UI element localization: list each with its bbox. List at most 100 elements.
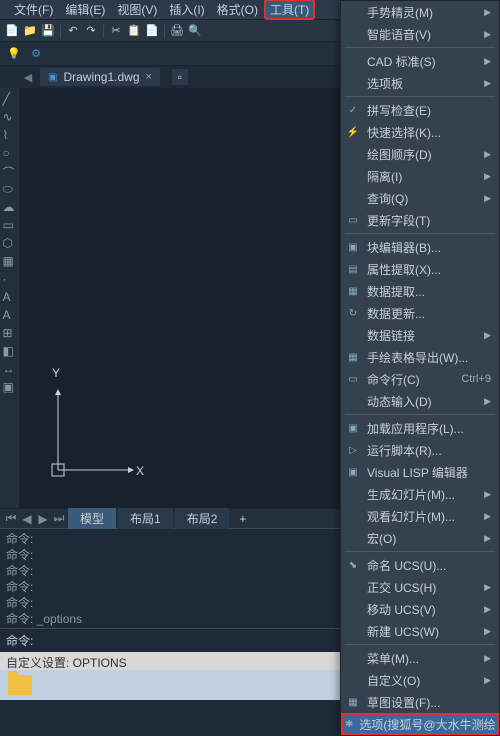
region-icon[interactable]: ◧ (3, 344, 17, 358)
blank-icon (345, 327, 361, 343)
next-icon[interactable]: ▶ (36, 512, 50, 526)
menu-item-label: 动态输入(D) (367, 393, 478, 410)
chevron-left-icon[interactable]: ◀ (20, 69, 36, 85)
menu-item-34[interactable]: 菜单(M)...▶ (341, 647, 499, 669)
menu-item-17[interactable]: 数据链接▶ (341, 324, 499, 346)
menu-item-16[interactable]: ↻数据更新... (341, 302, 499, 324)
menu-item-15[interactable]: ▦数据提取... (341, 280, 499, 302)
menu-item-label: 智能语音(V) (367, 26, 478, 43)
cut-icon[interactable]: ✂ (108, 23, 124, 39)
menu-item-label: 运行脚本(R)... (367, 442, 491, 459)
↻-icon: ↻ (345, 305, 361, 321)
layout-tab-model[interactable]: 模型 (68, 508, 116, 529)
paste-icon[interactable]: 📄 (144, 23, 160, 39)
layout-tab-2[interactable]: 布局2 (175, 508, 230, 529)
menu-item-label: 数据提取... (367, 283, 491, 300)
table-icon[interactable]: ⊞ (3, 326, 17, 340)
first-icon[interactable]: ⏮ (4, 511, 18, 526)
blank-icon (345, 53, 361, 69)
menu-item-31[interactable]: 移动 UCS(V)▶ (341, 598, 499, 620)
menu-item-20[interactable]: 动态输入(D)▶ (341, 390, 499, 412)
menu-item-29[interactable]: ⬊命名 UCS(U)... (341, 554, 499, 576)
print-icon[interactable]: 🖨 (169, 23, 185, 39)
dim-icon[interactable]: ↔ (3, 362, 17, 376)
mtext-icon[interactable]: A (3, 308, 17, 322)
menu-item-7[interactable]: ⚡快速选择(K)... (341, 121, 499, 143)
menu-item-8[interactable]: 绘图顺序(D)▶ (341, 143, 499, 165)
hatch-icon[interactable]: ▦ (3, 254, 17, 268)
add-layout-button[interactable]: + (231, 510, 254, 528)
menu-tools[interactable]: 工具(T) (264, 0, 315, 20)
point-icon[interactable]: · (3, 272, 17, 286)
menu-item-24[interactable]: ▣Visual LISP 编辑器 (341, 461, 499, 483)
menu-item-3[interactable]: CAD 标准(S)▶ (341, 50, 499, 72)
menu-item-9[interactable]: 隔离(I)▶ (341, 165, 499, 187)
line-icon[interactable]: ╱ (3, 92, 17, 106)
cloud-icon[interactable]: ☁ (3, 200, 17, 214)
menu-item-0[interactable]: 手势精灵(M)▶ (341, 1, 499, 23)
menu-item-13[interactable]: ▣块编辑器(B)... (341, 236, 499, 258)
menu-item-11[interactable]: ▭更新字段(T) (341, 209, 499, 231)
zoom-icon[interactable]: 🔍 (187, 23, 203, 39)
menu-item-25[interactable]: 生成幻灯片(M)...▶ (341, 483, 499, 505)
spline-icon[interactable]: ⌇ (3, 128, 17, 142)
menu-item-32[interactable]: 新建 UCS(W)▶ (341, 620, 499, 642)
circle-icon[interactable]: ○ (3, 146, 17, 160)
menu-insert[interactable]: 插入(I) (163, 0, 210, 20)
menu-file[interactable]: 文件(F) (8, 0, 59, 20)
menu-item-30[interactable]: 正交 UCS(H)▶ (341, 576, 499, 598)
menu-format[interactable]: 格式(O) (211, 0, 264, 20)
menu-item-label: 命名 UCS(U)... (367, 557, 491, 574)
menu-item-14[interactable]: ▤属性提取(X)... (341, 258, 499, 280)
last-icon[interactable]: ⏭ (52, 511, 66, 526)
menu-item-37[interactable]: ✱选项(搜狐号@大水牛测绘 (341, 713, 499, 735)
separator (345, 47, 495, 48)
menu-item-10[interactable]: 查询(Q)▶ (341, 187, 499, 209)
chevron-right-icon: ▶ (484, 653, 491, 664)
menu-edit[interactable]: 编辑(E) (59, 0, 111, 20)
redo-icon[interactable]: ↷ (83, 23, 99, 39)
new-tab-button[interactable]: ▫ (172, 69, 188, 85)
polygon-icon[interactable]: ⬡ (3, 236, 17, 250)
new-icon[interactable]: 📄 (4, 23, 20, 39)
menu-item-22[interactable]: ▣加载应用程序(L)... (341, 417, 499, 439)
menu-item-26[interactable]: 观看幻灯片(M)...▶ (341, 505, 499, 527)
polyline-icon[interactable]: ∿ (3, 110, 17, 124)
separator (345, 233, 495, 234)
lightbulb-icon[interactable]: 💡 (6, 46, 22, 62)
layout-tab-1[interactable]: 布局1 (118, 508, 173, 529)
menu-item-27[interactable]: 宏(O)▶ (341, 527, 499, 549)
menu-item-23[interactable]: ▷运行脚本(R)... (341, 439, 499, 461)
menu-item-4[interactable]: 选项板▶ (341, 72, 499, 94)
block-icon[interactable]: ▣ (3, 380, 17, 394)
menu-item-6[interactable]: ✓拼写检查(E) (341, 99, 499, 121)
close-icon[interactable]: × (146, 71, 152, 83)
▭-icon: ▭ (345, 212, 361, 228)
open-icon[interactable]: 📁 (22, 23, 38, 39)
prev-icon[interactable]: ◀ (20, 512, 34, 526)
chevron-right-icon: ▶ (484, 533, 491, 544)
▣-icon: ▣ (345, 239, 361, 255)
blank-icon (345, 601, 361, 617)
menu-item-36[interactable]: ▦草图设置(F)... (341, 691, 499, 713)
menu-item-1[interactable]: 智能语音(V)▶ (341, 23, 499, 45)
document-tab[interactable]: ▣ Drawing1.dwg × (40, 68, 160, 86)
command-prompt: 命令: (6, 632, 33, 649)
ellipse-icon[interactable]: ⬭ (3, 182, 17, 196)
▣-icon: ▣ (345, 420, 361, 436)
copy-icon[interactable]: 📋 (126, 23, 142, 39)
save-icon[interactable]: 💾 (40, 23, 56, 39)
gear-icon[interactable]: ⚙ (28, 46, 44, 62)
menu-item-19[interactable]: ▭命令行(C)Ctrl+9 (341, 368, 499, 390)
menu-item-35[interactable]: 自定义(O)▶ (341, 669, 499, 691)
undo-icon[interactable]: ↶ (65, 23, 81, 39)
text-icon[interactable]: A (3, 290, 17, 304)
rectangle-icon[interactable]: ▭ (3, 218, 17, 232)
menu-item-18[interactable]: ▦手绘表格导出(W)... (341, 346, 499, 368)
menu-view[interactable]: 视图(V) (111, 0, 163, 20)
blank-icon (345, 508, 361, 524)
menu-item-label: 命令行(C) (367, 371, 447, 388)
arc-icon[interactable]: ⌒ (3, 164, 17, 178)
⚡-icon: ⚡ (345, 124, 361, 140)
file-explorer-icon[interactable] (8, 675, 32, 695)
